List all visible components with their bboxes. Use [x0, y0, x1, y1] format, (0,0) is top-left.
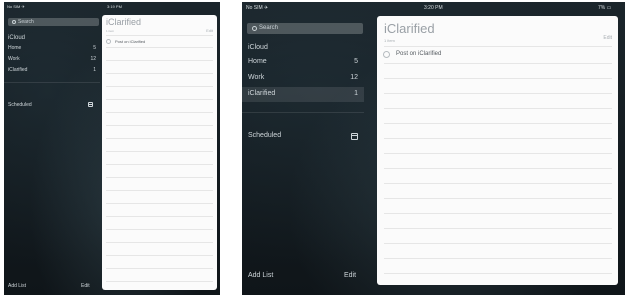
list-title: iClarified: [106, 17, 142, 27]
checkbox-circle-icon[interactable]: [106, 39, 111, 44]
status-time: 3:19 PM: [107, 4, 122, 9]
sidebar-item-count: 1: [93, 67, 96, 73]
list-line: [106, 281, 213, 282]
sidebar-item-iclarified[interactable]: iClarified 1: [4, 65, 100, 76]
search-icon: [252, 26, 257, 31]
scheduled-label: Scheduled: [8, 102, 32, 108]
list-line: [384, 108, 612, 109]
list-line: [384, 93, 612, 94]
list-line: [384, 228, 612, 229]
list-line: [106, 203, 213, 204]
sidebar-item-count: 5: [354, 58, 358, 65]
list-panel: iClarified 1 item Edit Post on iClarifie…: [102, 15, 217, 290]
checkbox-circle-icon[interactable]: [383, 51, 390, 58]
list-line: [106, 216, 213, 217]
list-line: [106, 242, 213, 243]
sidebar-item-label: Home: [8, 45, 22, 51]
sidebar-item-count: 5: [93, 45, 96, 51]
list-line: [384, 78, 612, 79]
list-line: [106, 268, 213, 269]
list-line: [384, 153, 612, 154]
status-carrier: No SIM ✈: [246, 5, 269, 11]
sidebar-item-label: Work: [248, 74, 265, 81]
calendar-icon: [88, 102, 93, 107]
sidebar-item-work[interactable]: Work 12: [4, 54, 100, 65]
sidebar-item-home[interactable]: Home 5: [242, 55, 364, 70]
calendar-icon: [351, 133, 358, 140]
list-line: [106, 125, 213, 126]
scheduled-label: Scheduled: [248, 132, 282, 139]
status-carrier: No SIM ✈: [7, 4, 25, 9]
list-line: [106, 60, 213, 61]
list-line: [106, 255, 213, 256]
search-field[interactable]: Search: [247, 23, 363, 34]
list-line: [106, 229, 213, 230]
status-time: 3:20 PM: [424, 5, 443, 11]
add-list-button[interactable]: Add List: [8, 283, 26, 289]
sidebar-item-label: Work: [8, 56, 20, 62]
list-item-text[interactable]: Post on iClarified: [115, 39, 145, 44]
list-item-count: 1 item: [106, 29, 115, 33]
scheduled-row[interactable]: Scheduled: [242, 129, 364, 144]
list-line: [384, 168, 612, 169]
list-line: [384, 138, 612, 139]
list-line: [106, 73, 213, 74]
search-field[interactable]: Search: [8, 18, 99, 26]
list-line: [106, 177, 213, 178]
list-item-count: 1 item: [384, 38, 395, 43]
search-placeholder: Search: [259, 25, 279, 31]
left-screenshot: No SIM ✈ 3:19 PM Search iCloud Home 5 Wo…: [4, 2, 220, 295]
search-icon: [12, 20, 16, 24]
list-line: [384, 46, 612, 47]
list-line: [106, 112, 213, 113]
list-line: [106, 86, 213, 87]
sidebar-edit-button[interactable]: Edit: [81, 283, 90, 289]
sidebar-item-iclarified[interactable]: iClarified 1: [242, 87, 364, 102]
sidebar-item-label: iClarified: [248, 90, 276, 97]
search-placeholder: Search: [18, 19, 34, 25]
list-line: [384, 243, 612, 244]
sidebar-edit-button[interactable]: Edit: [344, 272, 356, 279]
list-line: [106, 35, 213, 36]
list-edit-button[interactable]: Edit: [206, 28, 213, 33]
list-title: iClarified: [384, 21, 435, 36]
sidebar-item-count: 1: [354, 90, 358, 97]
list-line: [384, 123, 612, 124]
sidebar-section-title: iCloud: [248, 44, 268, 51]
list-line: [106, 151, 213, 152]
sidebar-item-count: 12: [90, 56, 96, 62]
right-screenshot: No SIM ✈ 3:20 PM 7% ▭ Search iCloud Home…: [242, 2, 625, 295]
list-edit-button[interactable]: Edit: [603, 35, 612, 41]
divider: [242, 112, 364, 113]
list-panel: iClarified 1 item Edit Post on iClarifie…: [377, 16, 618, 285]
status-battery: 7% ▭: [598, 5, 612, 11]
list-line: [384, 213, 612, 214]
list-line: [384, 258, 612, 259]
list-line: [106, 138, 213, 139]
list-line: [384, 273, 612, 274]
scheduled-row[interactable]: Scheduled: [4, 99, 100, 111]
list-line: [384, 183, 612, 184]
list-line: [106, 47, 213, 48]
sidebar-item-label: Home: [248, 58, 267, 65]
sidebar-item-label: iClarified: [8, 67, 28, 73]
list-line: [384, 198, 612, 199]
list-line: [106, 164, 213, 165]
sidebar-item-work[interactable]: Work 12: [242, 71, 364, 86]
list-line: [384, 63, 612, 64]
add-list-button[interactable]: Add List: [248, 272, 273, 279]
list-item-text[interactable]: Post on iClarified: [396, 51, 441, 57]
divider: [4, 82, 100, 83]
sidebar-item-home[interactable]: Home 5: [4, 43, 100, 54]
list-line: [106, 99, 213, 100]
list-line: [106, 190, 213, 191]
sidebar-section-title: iCloud: [8, 35, 26, 41]
sidebar-item-count: 12: [350, 74, 358, 81]
